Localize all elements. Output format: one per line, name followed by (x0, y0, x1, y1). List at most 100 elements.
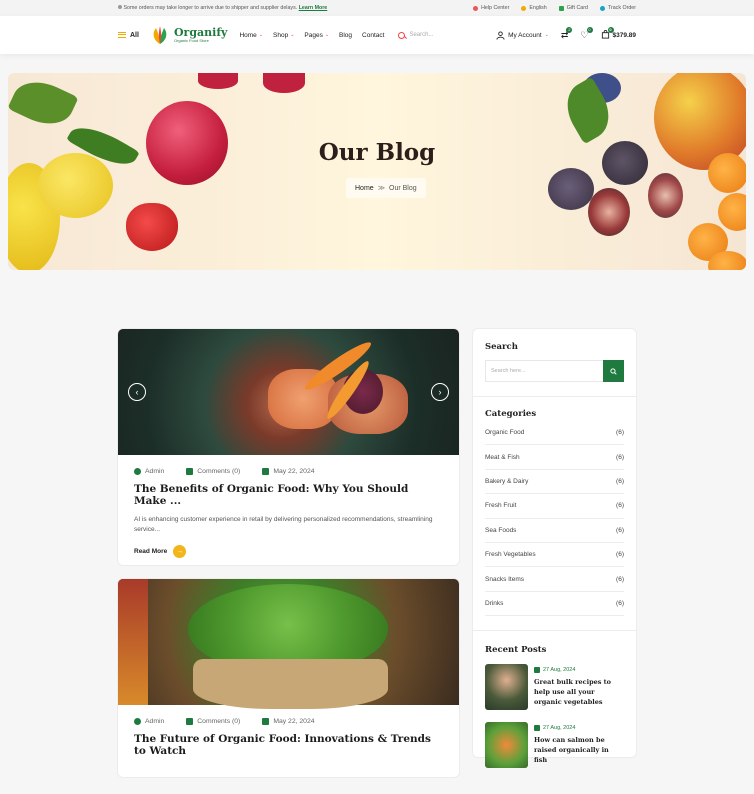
header-search[interactable]: Search... (398, 31, 468, 39)
arrow-right-icon: → (173, 545, 187, 558)
next-arrow-button[interactable]: › (431, 383, 449, 401)
category-item[interactable]: Organic Food (6) (485, 421, 624, 446)
blog-sidebar: Search Search here... Categories Organic… (472, 328, 637, 769)
nav-home[interactable]: Home ⌄ (239, 32, 263, 39)
sidebar-search-input[interactable]: Search here... (485, 360, 603, 382)
category-item[interactable]: Meat & Fish (6) (485, 445, 624, 470)
compare-count-badge: 2 (566, 26, 573, 33)
post-comments[interactable]: Comments (0) (186, 718, 240, 725)
fig-image (548, 168, 594, 210)
apricot-image (718, 193, 746, 231)
gift-card-link[interactable]: Gift Card (558, 5, 588, 11)
cart-icon-wrap: 0 (601, 26, 614, 41)
help-center-link[interactable]: Help Center (473, 5, 509, 11)
category-item[interactable]: Drinks (6) (485, 592, 624, 617)
chevron-down-icon: ⌄ (324, 32, 330, 38)
recent-post-date: 27 Aug, 2024 (534, 667, 624, 674)
fig-half-image (648, 173, 683, 218)
nav-blog[interactable]: Blog (339, 32, 352, 39)
category-count: (6) (616, 575, 624, 583)
search-widget-title: Search (485, 342, 518, 352)
search-input[interactable]: Search... (409, 32, 433, 38)
sidebar-search-widget: Search Search here... (473, 329, 636, 397)
produce-shelf-image (118, 579, 148, 705)
category-name: Sea Foods (485, 526, 517, 534)
logo[interactable]: Organify Organic Food Store (149, 24, 228, 46)
recent-posts-widget: Recent Posts 27 Aug, 2024 Great bulk rec… (473, 631, 636, 794)
category-list: Organic Food (6) Meat & Fish (6) Bakery & … (485, 421, 624, 617)
recent-post-title[interactable]: Great bulk recipes to help use all your … (534, 677, 624, 707)
category-name: Bakery & Dairy (485, 477, 529, 485)
category-name: Drinks (485, 599, 504, 607)
language-selector[interactable]: English (521, 5, 547, 11)
category-name: Fresh Vegetables (485, 551, 536, 559)
user-icon (496, 30, 505, 40)
post-date: May 22, 2024 (262, 468, 315, 475)
all-categories-button[interactable]: All (118, 32, 139, 39)
breadcrumb: Home ≫ Our Blog (346, 178, 426, 198)
recent-post-thumbnail[interactable] (485, 664, 528, 711)
category-count: (6) (616, 453, 624, 461)
gift-icon (558, 5, 564, 11)
post-author[interactable]: Admin (134, 468, 164, 475)
compare-button[interactable]: ⇄ 2 (561, 26, 573, 41)
category-item[interactable]: Sea Foods (6) (485, 519, 624, 543)
wishlist-button[interactable]: ♡ 0 (580, 26, 593, 41)
recent-posts-list: 27 Aug, 2024 Great bulk recipes to help … (485, 664, 624, 769)
category-name: Organic Food (485, 429, 525, 437)
learn-more-link[interactable]: Learn More (299, 5, 328, 11)
post-title[interactable]: The Future of Organic Food: Innovations … (118, 725, 459, 757)
post-title[interactable]: The Benefits of Organic Food: Why You Sh… (118, 475, 459, 507)
cart-button[interactable]: 0 $379.89 (601, 26, 636, 41)
category-item[interactable]: Fresh Vegetables (6) (485, 543, 624, 568)
nav-pages[interactable]: Pages ⌄ (304, 32, 329, 39)
info-icon (118, 5, 122, 9)
logo-name: Organify (173, 26, 228, 39)
author-label: Admin (145, 468, 165, 475)
author-label: Admin (145, 718, 165, 725)
breadcrumb-separator-icon: ≫ (377, 185, 386, 192)
comment-icon (186, 718, 194, 725)
calendar-icon (534, 667, 540, 674)
blog-post-card: ‹ › Admin Comments (0) May 22, 2024 The … (117, 328, 460, 566)
notice-text: Some orders may take longer to arrive du… (123, 5, 298, 11)
post-date: May 22, 2024 (262, 718, 315, 725)
recent-post-title[interactable]: How can salmon be raised organically in … (534, 735, 624, 765)
category-count: (6) (616, 429, 624, 437)
recent-post-thumbnail[interactable] (485, 722, 528, 769)
comments-label: Comments (0) (197, 468, 241, 475)
menu-icon (118, 32, 126, 38)
date-label: May 22, 2024 (273, 718, 315, 725)
track-order-link[interactable]: Track Order (599, 5, 636, 11)
post-comments[interactable]: Comments (0) (186, 468, 240, 475)
recent-post-date: 27 Aug, 2024 (534, 725, 624, 732)
sidebar-search-button[interactable] (603, 360, 624, 382)
arrow-left-icon: ‹ (135, 387, 139, 397)
calendar-icon (262, 718, 270, 725)
post-author[interactable]: Admin (134, 718, 164, 725)
category-item[interactable]: Fresh Fruit (6) (485, 494, 624, 519)
post-image-broccoli[interactable] (118, 579, 459, 709)
read-more-button[interactable]: Read More → (118, 535, 459, 558)
category-name: Snacks Items (485, 575, 525, 583)
recent-date-label: 27 Aug, 2024 (543, 725, 576, 732)
nav-contact[interactable]: Contact (362, 32, 384, 39)
category-item[interactable]: Snacks Items (6) (485, 567, 624, 592)
my-account-label: My Account (508, 31, 542, 39)
basket-image (193, 659, 388, 709)
read-more-label: Read More (134, 548, 168, 555)
page-hero-banner: Our Blog Home ≫ Our Blog (8, 73, 746, 270)
category-count: (6) (616, 526, 624, 534)
post-image-carrots[interactable]: ‹ › (118, 329, 459, 455)
breadcrumb-home-link[interactable]: Home (355, 185, 374, 192)
prev-arrow-button[interactable]: ‹ (128, 383, 146, 401)
recent-post-item[interactable]: 27 Aug, 2024 How can salmon be raised or… (485, 722, 624, 769)
recent-date-label: 27 Aug, 2024 (543, 667, 576, 674)
recent-post-item[interactable]: 27 Aug, 2024 Great bulk recipes to help … (485, 664, 624, 711)
fig-half-image (588, 188, 630, 236)
top-links: Help Center English Gift Card Track Orde… (473, 5, 636, 11)
post-meta: Admin Comments (0) May 22, 2024 (118, 455, 459, 475)
category-item[interactable]: Bakery & Dairy (6) (485, 470, 624, 495)
nav-shop[interactable]: Shop ⌄ (273, 32, 294, 39)
my-account-button[interactable]: My Account ⌄ (496, 30, 549, 40)
